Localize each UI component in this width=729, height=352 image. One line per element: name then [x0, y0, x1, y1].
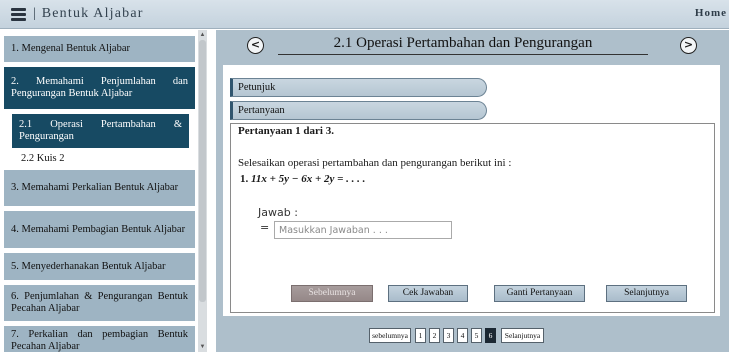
scrollbar-thumb[interactable]	[199, 40, 206, 302]
pager-previous-button[interactable]: sebelumnya	[369, 328, 411, 343]
sidebar: 1. Mengenal Bentuk Aljabar 2. Memahami P…	[0, 30, 207, 352]
sidebar-item-mengenal[interactable]: 1. Mengenal Bentuk Aljabar	[4, 36, 195, 62]
sidebar-item-label: 7. Perkalian dan pembagian Bentuk Pecaha…	[11, 329, 188, 352]
previous-button[interactable]: Sebelumnya	[291, 285, 373, 302]
pager-next-button[interactable]: Selanjutnya	[501, 328, 544, 343]
scroll-up-icon[interactable]: ▲	[199, 31, 206, 39]
chevron-left-circle-icon[interactable]: <	[247, 37, 264, 54]
question-number: 1.	[240, 173, 249, 185]
app-title: | Bentuk Aljabar	[33, 6, 144, 21]
pager-page-5[interactable]: 5	[471, 328, 482, 343]
pager-page-2[interactable]: 2	[429, 328, 440, 343]
next-button[interactable]: Selanjutnya	[606, 285, 687, 302]
sidebar-item-pembagian[interactable]: 4. Memahami Pembagian Bentuk Aljabar	[4, 211, 195, 248]
answer-equals-sign: =	[260, 221, 270, 234]
sidebar-item-label: 4. Memahami Pembagian Bentuk Aljabar	[11, 223, 186, 235]
sidebar-item-pecahan-penjumlahan[interactable]: 6. Penjumlahan & Pengurangan Bentuk Peca…	[4, 285, 195, 321]
tab-petunjuk[interactable]: Petunjuk	[230, 78, 487, 97]
sidebar-item-label: 2.2 Kuis 2	[21, 153, 65, 164]
pagination: sebelumnya 1 2 3 4 5 6 Selanjutnya	[216, 328, 729, 346]
tab-pertanyaan[interactable]: Pertanyaan	[230, 101, 487, 120]
question-panel: Petunjuk Pertanyaan Pertanyaan 1 dari 3.…	[223, 65, 720, 316]
question-formula: 11x + 5y − 6x + 2y = . . . .	[251, 173, 366, 185]
sidebar-item-label: 3. Memahami Perkalian Bentuk Aljabar	[11, 182, 179, 193]
sidebar-subitem-kuis-2[interactable]: 2.2 Kuis 2	[12, 151, 189, 167]
check-answer-button[interactable]: Cek Jawaban	[388, 285, 468, 302]
sidebar-item-menyederhanakan[interactable]: 5. Menyederhanakan Bentuk Aljabar	[4, 253, 195, 280]
chevron-right-circle-icon[interactable]: >	[680, 37, 697, 54]
sidebar-item-perkalian[interactable]: 3. Memahami Perkalian Bentuk Aljabar	[4, 170, 195, 206]
pager-page-4[interactable]: 4	[457, 328, 468, 343]
main-content: < 2.1 Operasi Pertambahan dan Penguranga…	[216, 30, 729, 352]
sidebar-item-pecahan-perkalian[interactable]: 7. Perkalian dan pembagian Bentuk Pecaha…	[4, 326, 195, 352]
sidebar-scrollbar[interactable]: ▲ ▼	[198, 30, 207, 352]
change-question-button[interactable]: Ganti Pertanyaan	[494, 285, 585, 302]
answer-input[interactable]	[274, 221, 452, 239]
question-heading: Pertanyaan 1 dari 3.	[238, 125, 334, 137]
content-header: < 2.1 Operasi Pertambahan dan Penguranga…	[216, 30, 729, 64]
question-box: Pertanyaan 1 dari 3. Selesaikan operasi …	[230, 123, 715, 313]
question-expression: 1. 11x + 5y − 6x + 2y = . . . .	[240, 173, 365, 185]
top-bar: | Bentuk Aljabar Home	[0, 0, 729, 29]
sidebar-item-label: 2.1 Operasi Pertambahan & Pengurangan	[19, 119, 182, 142]
pager-page-3[interactable]: 3	[443, 328, 454, 343]
hamburger-menu-icon[interactable]	[11, 8, 26, 21]
question-instruction: Selesaikan operasi pertambahan dan pengu…	[238, 157, 512, 169]
scroll-down-icon[interactable]: ▼	[199, 343, 206, 351]
answer-label: Jawab :	[258, 206, 298, 219]
sidebar-item-label: 6. Penjumlahan & Pengurangan Bentuk Peca…	[11, 291, 188, 314]
home-link[interactable]: Home	[695, 7, 727, 19]
sidebar-item-label: 2. Memahami Penjumlahan dan Pengurangan …	[11, 76, 188, 99]
sidebar-item-label: 1. Mengenal Bentuk Aljabar	[11, 43, 130, 54]
sidebar-item-penjumlahan-pengurangan[interactable]: 2. Memahami Penjumlahan dan Pengurangan …	[4, 67, 195, 109]
pager-page-6[interactable]: 6	[485, 328, 496, 343]
sidebar-subitem-operasi[interactable]: 2.1 Operasi Pertambahan & Pengurangan	[12, 114, 189, 148]
section-title: 2.1 Operasi Pertambahan dan Pengurangan	[278, 35, 648, 55]
pager-page-1[interactable]: 1	[415, 328, 426, 343]
sidebar-item-label: 5. Menyederhanakan Bentuk Aljabar	[11, 260, 166, 272]
